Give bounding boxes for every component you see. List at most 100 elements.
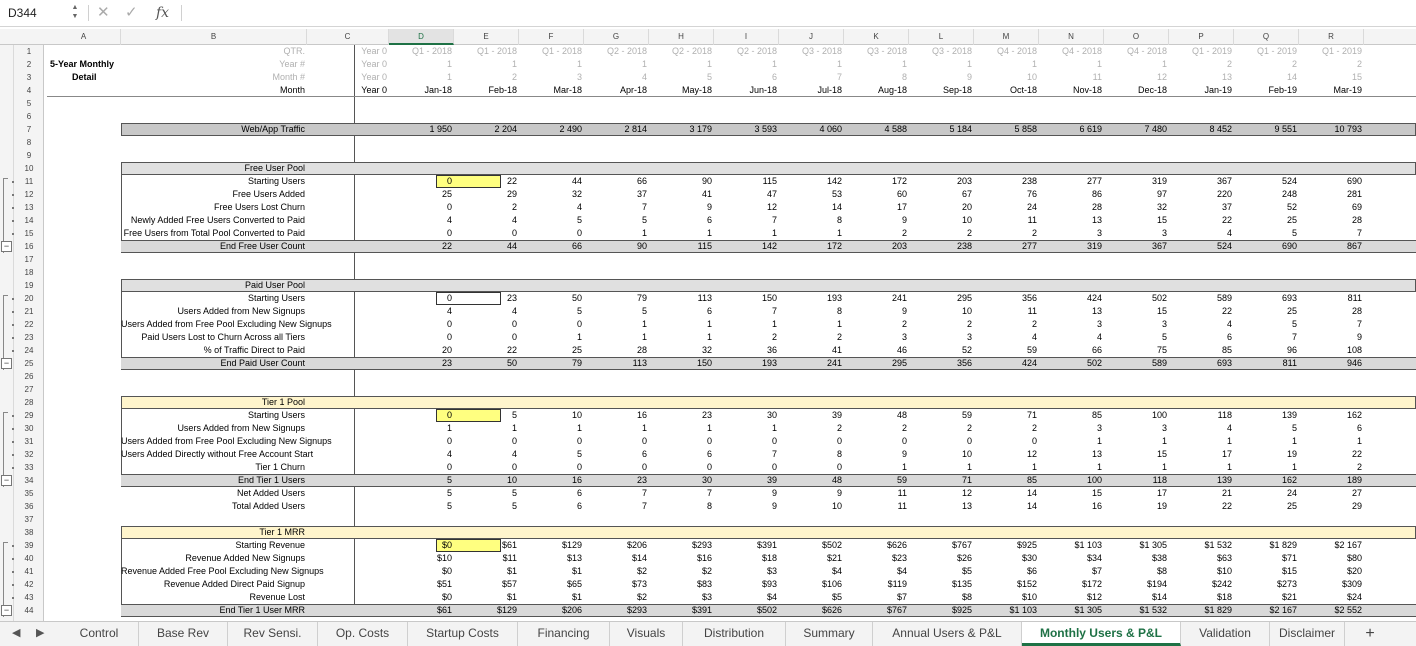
total-value[interactable]: $293	[584, 604, 649, 617]
cell-value[interactable]: 4	[389, 214, 454, 227]
total-value[interactable]: 22	[389, 240, 454, 253]
cell-value[interactable]: 28	[584, 344, 649, 357]
cell-value[interactable]: 28	[1299, 305, 1364, 318]
cell-value[interactable]: 0	[714, 435, 779, 448]
cell-value[interactable]: 193	[779, 292, 844, 305]
cell-value[interactable]: $26	[909, 552, 974, 565]
cell-value[interactable]: 0	[779, 435, 844, 448]
cell-value[interactable]: 2	[779, 422, 844, 435]
column-header-j[interactable]: J	[779, 29, 844, 45]
cell-value[interactable]: 1	[1104, 461, 1169, 474]
cell-value[interactable]: 5	[1234, 318, 1299, 331]
cell-value[interactable]: $293	[649, 539, 714, 552]
total-value[interactable]: $391	[649, 604, 714, 617]
cell-value[interactable]: $23	[844, 552, 909, 565]
cell-value[interactable]: 1	[1234, 461, 1299, 474]
cell-value[interactable]: $4	[779, 565, 844, 578]
cell-value[interactable]: 44	[519, 175, 584, 188]
row-header-44[interactable]: 44	[14, 604, 44, 617]
cell-value[interactable]: 5	[1234, 422, 1299, 435]
total-value[interactable]: 66	[519, 240, 584, 253]
cell-value[interactable]: 17	[1169, 448, 1234, 461]
row-header-22[interactable]: 22	[14, 318, 44, 331]
row-header-6[interactable]: 6	[14, 110, 44, 123]
cell-value[interactable]: 3	[844, 331, 909, 344]
cell-value[interactable]: 0	[454, 461, 519, 474]
cell-value[interactable]: $10	[1169, 565, 1234, 578]
cell-value[interactable]: 7	[1299, 318, 1364, 331]
row-header-18[interactable]: 18	[14, 266, 44, 279]
cell-value[interactable]: 1	[1104, 435, 1169, 448]
cell-value[interactable]: 22	[1169, 305, 1234, 318]
cell-value[interactable]: 0	[519, 227, 584, 240]
cell-value[interactable]: 6	[649, 214, 714, 227]
cell-value[interactable]: 0	[454, 435, 519, 448]
cell-value[interactable]: 1	[1299, 435, 1364, 448]
cell-value[interactable]: 108	[1299, 344, 1364, 357]
cell-value[interactable]: 0	[389, 318, 454, 331]
cell-value[interactable]: 41	[649, 188, 714, 201]
cell-value[interactable]: 10	[779, 500, 844, 513]
cell-value[interactable]: 5	[389, 500, 454, 513]
total-value[interactable]: $2 167	[1234, 604, 1299, 617]
prev-sheet-icon[interactable]: ◀	[12, 626, 20, 639]
total-value[interactable]: $61	[389, 604, 454, 617]
cell-value[interactable]: 113	[649, 292, 714, 305]
cell-value[interactable]: 367	[1169, 175, 1234, 188]
cell-value[interactable]: 32	[649, 344, 714, 357]
cell-value[interactable]: $502	[779, 539, 844, 552]
row-header-8[interactable]: 8	[14, 136, 44, 149]
total-value[interactable]: $129	[454, 604, 519, 617]
cell-value[interactable]: 19	[1104, 500, 1169, 513]
column-header-d[interactable]: D	[389, 29, 454, 45]
row-header-16[interactable]: 16	[14, 240, 44, 253]
cell-value[interactable]: 22	[1299, 448, 1364, 461]
row-header-27[interactable]: 27	[14, 383, 44, 396]
cell-value[interactable]: 1	[649, 318, 714, 331]
cell-value[interactable]: 8	[779, 448, 844, 461]
cell-value[interactable]: $4	[714, 591, 779, 604]
cell-value[interactable]: 5	[454, 500, 519, 513]
cell-value[interactable]: $273	[1234, 578, 1299, 591]
cell-value[interactable]: 5	[519, 448, 584, 461]
cell-value[interactable]: 1	[1234, 435, 1299, 448]
cell-value[interactable]: 1	[584, 318, 649, 331]
cell-value[interactable]: 9	[779, 487, 844, 500]
row-header-42[interactable]: 42	[14, 578, 44, 591]
cell-value[interactable]: $391	[714, 539, 779, 552]
cell-value[interactable]: 29	[454, 188, 519, 201]
cell-value[interactable]: $2	[584, 565, 649, 578]
cell-value[interactable]: 0	[519, 318, 584, 331]
row-header-38[interactable]: 38	[14, 526, 44, 539]
cell-value[interactable]: 96	[1234, 344, 1299, 357]
cell-value[interactable]: 0	[584, 461, 649, 474]
cell-value[interactable]: 17	[844, 201, 909, 214]
row-header-40[interactable]: 40	[14, 552, 44, 565]
row-header-36[interactable]: 36	[14, 500, 44, 513]
cell-value[interactable]: 15	[1039, 487, 1104, 500]
row-header-26[interactable]: 26	[14, 370, 44, 383]
cell-value[interactable]: 1	[519, 422, 584, 435]
row-header-34[interactable]: 34	[14, 474, 44, 487]
cell-value[interactable]: 589	[1169, 292, 1234, 305]
cell-value[interactable]: $3	[649, 591, 714, 604]
cell-value[interactable]: 6	[649, 305, 714, 318]
cell-value[interactable]: 75	[1104, 344, 1169, 357]
cell-value[interactable]: 90	[649, 175, 714, 188]
total-value[interactable]: 203	[844, 240, 909, 253]
row-header-24[interactable]: 24	[14, 344, 44, 357]
cell-value[interactable]: $5	[909, 565, 974, 578]
row-header-28[interactable]: 28	[14, 396, 44, 409]
total-value[interactable]: 30	[649, 474, 714, 487]
cell-value[interactable]: $4	[844, 565, 909, 578]
cell-value[interactable]: $21	[1234, 591, 1299, 604]
cell-value[interactable]: 4	[1169, 318, 1234, 331]
sheet-tab-disclaimer[interactable]: Disclaimer	[1270, 622, 1345, 646]
row-header-43[interactable]: 43	[14, 591, 44, 604]
cell-value[interactable]: 0	[649, 461, 714, 474]
cell-value[interactable]: 13	[909, 500, 974, 513]
cell-value[interactable]: $206	[584, 539, 649, 552]
cell-value[interactable]: 59	[909, 409, 974, 422]
total-value[interactable]: 693	[1169, 357, 1234, 370]
cell-value[interactable]: 5	[584, 214, 649, 227]
